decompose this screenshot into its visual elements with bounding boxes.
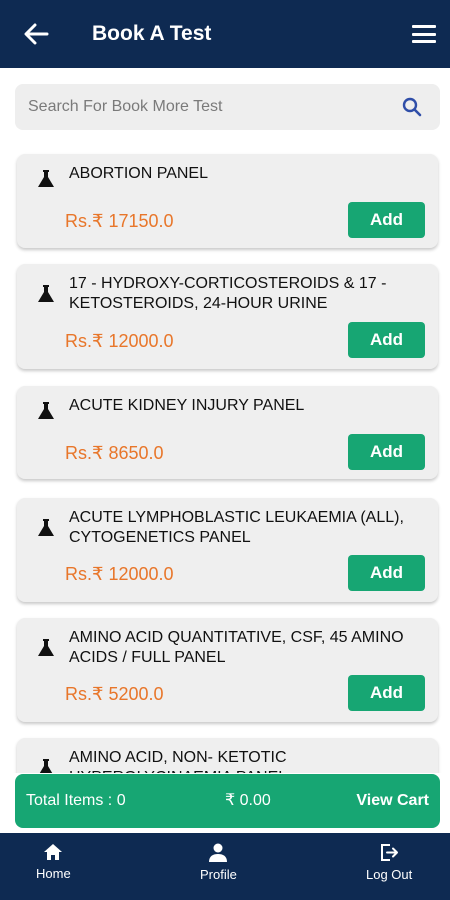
- page-title: Book A Test: [92, 22, 212, 45]
- test-name: AMINO ACID QUANTITATIVE, CSF, 45 AMINO A…: [69, 629, 404, 666]
- logout-icon: [381, 844, 399, 861]
- flask-icon: [38, 519, 54, 536]
- person-icon: [209, 843, 228, 862]
- cart-amount: ₹ 0.00: [225, 792, 271, 809]
- view-cart-button[interactable]: View Cart: [356, 790, 429, 812]
- nav-logout-label: Log Out: [366, 867, 413, 882]
- search-box: [15, 84, 440, 130]
- test-price: Rs.₹ 8650.0: [65, 443, 164, 463]
- flask-icon: [38, 285, 54, 302]
- test-card: ABORTION PANEL Rs.₹ 17150.0 Add: [17, 154, 438, 248]
- menu-button[interactable]: [412, 22, 436, 46]
- add-button[interactable]: Add: [348, 675, 425, 711]
- arrow-left-icon: [24, 23, 49, 45]
- flask-icon: [39, 759, 53, 773]
- back-button[interactable]: [20, 20, 52, 48]
- nav-home[interactable]: Home: [36, 843, 71, 882]
- nav-profile[interactable]: Profile: [200, 843, 237, 883]
- test-price: Rs.₹ 17150.0: [65, 211, 174, 231]
- test-card: AMINO ACID QUANTITATIVE, CSF, 45 AMINO A…: [17, 618, 438, 722]
- flask-icon: [38, 402, 54, 419]
- hamburger-menu-icon: [412, 25, 436, 28]
- test-name: ABORTION PANEL: [69, 165, 208, 182]
- test-price: Rs.₹ 5200.0: [65, 684, 164, 704]
- flask-icon: [38, 170, 54, 187]
- add-button[interactable]: Add: [348, 434, 425, 470]
- search-icon[interactable]: [402, 97, 422, 117]
- test-name: ACUTE LYMPHOBLASTIC LEUKAEMIA (ALL), CYT…: [69, 509, 404, 546]
- search-input[interactable]: [28, 84, 388, 130]
- test-card: ACUTE LYMPHOBLASTIC LEUKAEMIA (ALL), CYT…: [17, 498, 438, 602]
- test-name: AMINO ACID, NON- KETOTIC HYPERGLYCINAEMI…: [69, 749, 287, 773]
- cart-bar[interactable]: Total Items : 0 ₹ 0.00 View Cart: [15, 774, 440, 828]
- app-bar: Book A Test: [0, 0, 450, 68]
- nav-home-label: Home: [36, 866, 71, 881]
- test-card: 17 - HYDROXY-CORTICOSTEROIDS & 17 - KETO…: [17, 264, 438, 369]
- test-name: ACUTE KIDNEY INJURY PANEL: [69, 397, 305, 414]
- add-button[interactable]: Add: [348, 322, 425, 358]
- home-icon: [44, 844, 63, 860]
- test-list[interactable]: ABORTION PANEL Rs.₹ 17150.0 Add 17 - HYD…: [0, 146, 450, 773]
- flask-icon: [38, 639, 54, 656]
- nav-logout[interactable]: Log Out: [366, 843, 412, 883]
- test-card: AMINO ACID, NON- KETOTIC HYPERGLYCINAEMI…: [17, 738, 438, 773]
- nav-profile-label: Profile: [200, 867, 237, 882]
- add-button[interactable]: Add: [348, 202, 425, 238]
- add-button[interactable]: Add: [348, 555, 425, 591]
- bottom-nav: Home Profile Log Out: [0, 833, 450, 900]
- test-price: Rs.₹ 12000.0: [65, 331, 174, 351]
- test-price: Rs.₹ 12000.0: [65, 564, 174, 584]
- test-card: ACUTE KIDNEY INJURY PANEL Rs.₹ 8650.0 Ad…: [17, 386, 438, 479]
- test-name: 17 - HYDROXY-CORTICOSTEROIDS & 17 - KETO…: [69, 275, 387, 312]
- cart-total-items: Total Items : 0: [26, 792, 126, 809]
